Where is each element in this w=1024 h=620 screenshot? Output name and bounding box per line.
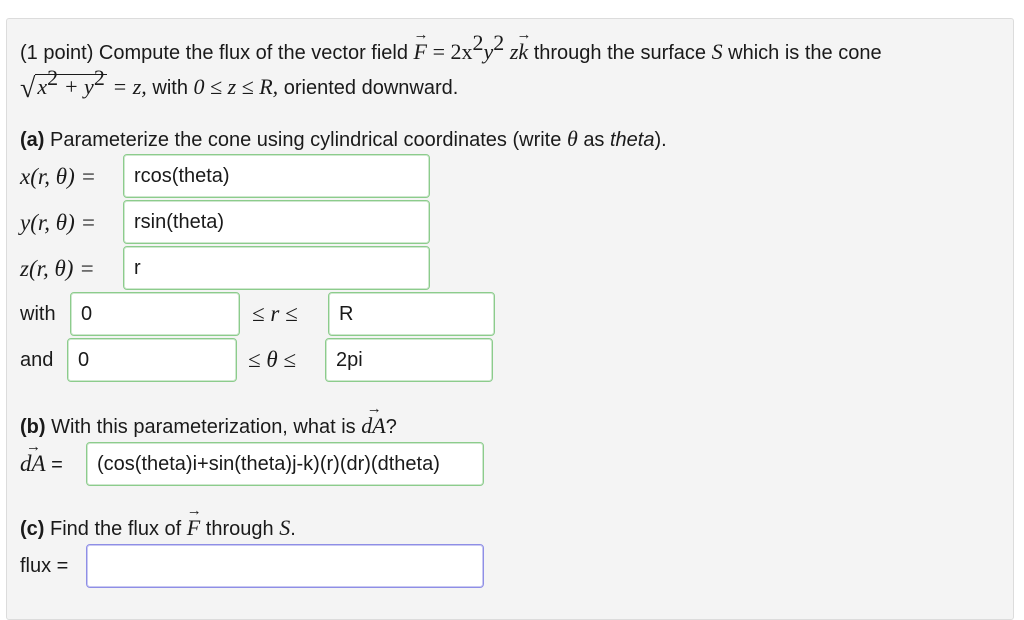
and-label: and bbox=[20, 349, 54, 371]
theta-inequality: ≤ θ ≤ bbox=[248, 347, 297, 372]
r-inequality: ≤ r ≤ bbox=[252, 301, 298, 326]
dA-label: dA = bbox=[20, 452, 63, 477]
question-line-1: (1 point) Compute the flux of the vector… bbox=[20, 32, 882, 65]
theta-upper-input[interactable]: 2pi bbox=[325, 338, 493, 382]
question-line-2: √x2 + y2 = z, with 0 ≤ z ≤ R, oriented d… bbox=[20, 65, 459, 104]
x-param-input[interactable]: rcos(theta) bbox=[123, 154, 430, 198]
flux-label: flux = bbox=[20, 555, 69, 577]
k-vector: k bbox=[518, 40, 528, 64]
theta-lower-input[interactable]: 0 bbox=[67, 338, 237, 382]
with-label: with bbox=[20, 303, 56, 325]
part-a-prompt: (a) Parameterize the cone using cylindri… bbox=[20, 126, 667, 152]
r-upper-input[interactable]: R bbox=[328, 292, 495, 336]
r-lower-input[interactable]: 0 bbox=[70, 292, 240, 336]
part-b-prompt: (b) With this parameterization, what is … bbox=[20, 414, 397, 439]
dA-input[interactable]: (cos(theta)i+sin(theta)j-k)(r)(dr)(dthet… bbox=[86, 442, 484, 486]
z-param-label: z(r, θ) = bbox=[20, 256, 95, 281]
sqrt-expression: √x2 + y2 bbox=[20, 65, 107, 104]
y-param-label: y(r, θ) = bbox=[20, 210, 96, 235]
y-param-input[interactable]: rsin(theta) bbox=[123, 200, 430, 244]
flux-input[interactable] bbox=[86, 544, 484, 588]
F-vector: F bbox=[414, 40, 427, 64]
x-param-label: x(r, θ) = bbox=[20, 164, 96, 189]
part-c-prompt: (c) Find the flux of F through S. bbox=[20, 516, 296, 541]
z-param-input[interactable]: r bbox=[123, 246, 430, 290]
surface-symbol: S bbox=[711, 39, 723, 64]
